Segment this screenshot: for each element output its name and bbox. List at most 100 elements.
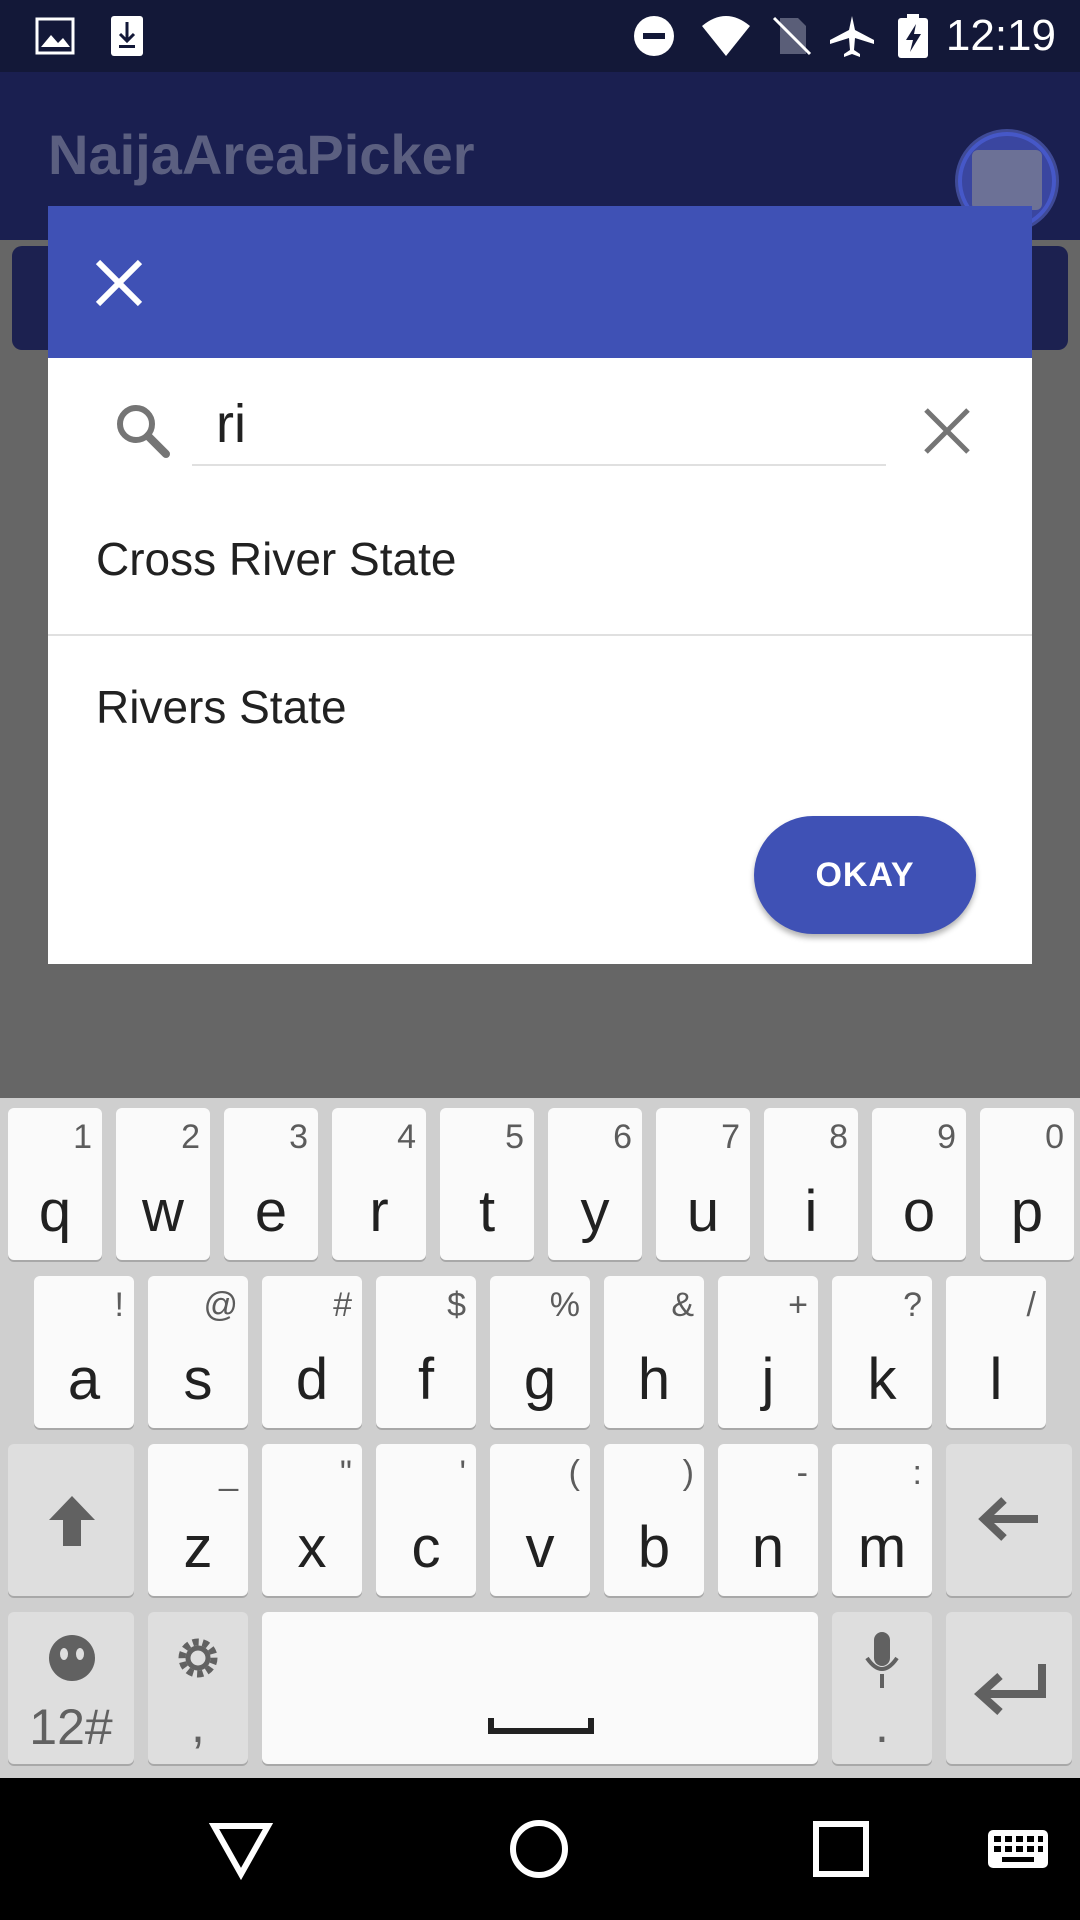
comma-key[interactable]: , <box>148 1612 248 1764</box>
key-a[interactable]: ! a <box>34 1276 134 1428</box>
emoji-icon <box>49 1635 95 1681</box>
key-d[interactable]: # d <box>262 1276 362 1428</box>
key-hint: : <box>912 1454 922 1492</box>
navigation-bar <box>0 1778 1080 1920</box>
key-e[interactable]: 3e <box>224 1108 318 1260</box>
image-icon <box>35 17 75 55</box>
period-key[interactable]: . <box>832 1612 932 1764</box>
key-label: w <box>142 1179 184 1244</box>
key-label: u <box>686 1179 720 1244</box>
period-label: . <box>875 1697 889 1753</box>
key-hint: - <box>796 1454 808 1492</box>
keyboard-switch-icon[interactable] <box>986 1814 1050 1884</box>
key-f[interactable]: $ f <box>376 1276 476 1428</box>
key-label: e <box>254 1179 288 1244</box>
key-label: b <box>637 1515 671 1580</box>
list-item[interactable]: Rivers State <box>48 636 1032 782</box>
key-v[interactable]: (v <box>490 1444 590 1596</box>
key-hint: 1 <box>73 1118 92 1156</box>
key-label: o <box>902 1179 936 1244</box>
app-title: NaijaAreaPicker <box>48 123 475 186</box>
key-label: v <box>525 1515 555 1580</box>
clear-search-icon[interactable] <box>922 406 972 456</box>
key-k[interactable]: ? k <box>832 1276 932 1428</box>
key-x[interactable]: " x <box>262 1444 362 1596</box>
key-label: h <box>637 1347 671 1412</box>
key-g[interactable]: % g <box>490 1276 590 1428</box>
shift-key[interactable] <box>8 1444 134 1596</box>
key-label: k <box>867 1347 897 1412</box>
key-c[interactable]: ' c <box>376 1444 476 1596</box>
key-t[interactable]: 5t <box>440 1108 534 1260</box>
download-icon <box>111 16 143 56</box>
key-hint: _ <box>219 1454 238 1492</box>
key-label: j <box>761 1347 775 1412</box>
key-i[interactable]: 8i <box>764 1108 858 1260</box>
key-label: f <box>417 1347 435 1412</box>
list-item[interactable]: Cross River State <box>48 488 1032 636</box>
key-label: i <box>804 1179 818 1244</box>
search-icon <box>117 405 170 458</box>
key-hint: ! <box>114 1286 124 1324</box>
key-z[interactable]: _ z <box>148 1444 248 1596</box>
key-hint: 4 <box>397 1118 416 1156</box>
comma-label: , <box>191 1697 205 1753</box>
key-hint: 8 <box>829 1118 848 1156</box>
search-input[interactable] <box>192 384 886 466</box>
key-b[interactable]: ) b <box>604 1444 704 1596</box>
key-hint: # <box>333 1286 352 1324</box>
key-j[interactable]: + j <box>718 1276 818 1428</box>
backspace-key[interactable] <box>946 1444 1072 1596</box>
recents-icon[interactable] <box>806 1814 876 1884</box>
key-o[interactable]: 9o <box>872 1108 966 1260</box>
back-icon[interactable] <box>206 1814 276 1884</box>
key-m[interactable]: :m <box>832 1444 932 1596</box>
key-hint: + <box>788 1286 808 1324</box>
clock: 12:19 <box>945 11 1056 60</box>
key-label: q <box>38 1179 72 1244</box>
symbols-key[interactable]: 12# <box>8 1612 134 1764</box>
key-n[interactable]: -n <box>718 1444 818 1596</box>
soft-keyboard: 1q2w3e4r5t6y7u8i9o0p ! a @ s # d $ f% g & h + j? k / l … <box>0 1098 1080 1778</box>
key-label: c <box>411 1515 441 1580</box>
key-label: p <box>1010 1179 1044 1244</box>
key-label: r <box>369 1179 389 1244</box>
key-label: n <box>751 1515 785 1580</box>
wifi-icon <box>702 16 750 56</box>
status-bar: 12:19 <box>0 0 1080 72</box>
key-hint: 6 <box>613 1118 632 1156</box>
key-r[interactable]: 4r <box>332 1108 426 1260</box>
home-icon[interactable] <box>504 1814 574 1884</box>
key-hint: 3 <box>289 1118 308 1156</box>
key-label: l <box>989 1347 1003 1412</box>
dialog-header <box>48 206 1032 358</box>
key-label: m <box>857 1515 907 1580</box>
close-icon[interactable] <box>92 256 146 310</box>
key-hint: ? <box>903 1286 922 1324</box>
key-y[interactable]: 6y <box>548 1108 642 1260</box>
key-w[interactable]: 2w <box>116 1108 210 1260</box>
key-s[interactable]: @ s <box>148 1276 248 1428</box>
key-hint: 2 <box>181 1118 200 1156</box>
key-label: s <box>183 1347 213 1412</box>
key-q[interactable]: 1q <box>8 1108 102 1260</box>
list-item-label: Rivers State <box>96 681 347 733</box>
key-l[interactable]: / l <box>946 1276 1046 1428</box>
key-hint: 0 <box>1045 1118 1064 1156</box>
key-h[interactable]: & h <box>604 1276 704 1428</box>
okay-button[interactable]: OKAY <box>754 816 976 934</box>
key-p[interactable]: 0p <box>980 1108 1074 1260</box>
space-bar-icon <box>488 1718 594 1734</box>
microphone-icon <box>865 1632 899 1688</box>
key-hint: ) <box>682 1454 694 1492</box>
enter-key[interactable] <box>946 1612 1072 1764</box>
symbols-label: 12# <box>29 1699 113 1755</box>
key-u[interactable]: 7u <box>656 1108 750 1260</box>
key-hint: 9 <box>937 1118 956 1156</box>
airplane-mode-icon <box>830 16 874 57</box>
key-label: x <box>297 1515 327 1580</box>
key-label: a <box>67 1347 101 1412</box>
key-hint: ( <box>568 1454 580 1492</box>
do-not-disturb-icon <box>634 16 674 56</box>
space-key[interactable] <box>262 1612 818 1764</box>
